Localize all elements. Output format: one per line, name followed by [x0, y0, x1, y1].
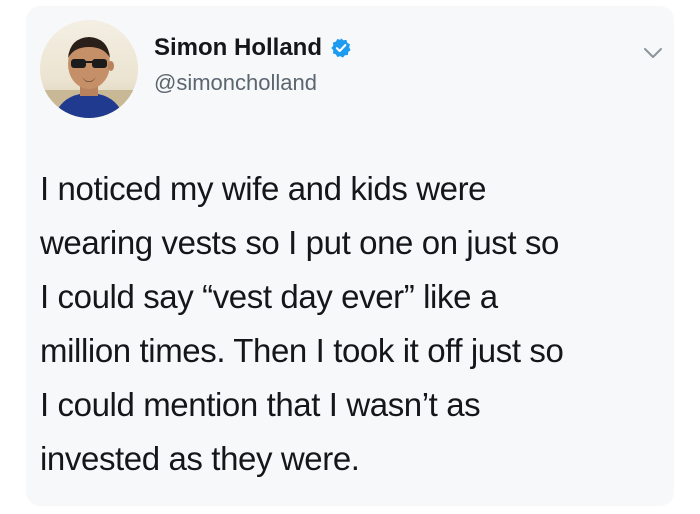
tweet-text: I noticed my wife and kids were wearing … [40, 162, 650, 486]
avatar[interactable] [40, 20, 138, 118]
author-handle[interactable]: @simoncholland [154, 70, 317, 96]
tweet-text-line: million times. Then I took it off just s… [40, 332, 564, 369]
author-display-name[interactable]: Simon Holland [154, 34, 322, 62]
tweet-text-line: wearing vests so I put one on just so [40, 224, 560, 261]
verified-badge-icon [330, 37, 352, 59]
chevron-down-icon[interactable] [642, 44, 664, 62]
tweet-text-line: I could mention that I wasn’t as [40, 386, 481, 423]
tweet-text-line: I could say “vest day ever” like a [40, 278, 498, 315]
author-display-name-row[interactable]: Simon Holland [154, 34, 352, 62]
tweet-card: Simon Holland @simoncholland I noticed m… [26, 6, 674, 506]
tweet-text-line: invested as they were. [40, 440, 360, 477]
avatar-photo [40, 20, 138, 118]
tweet-text-line: I noticed my wife and kids were [40, 170, 487, 207]
